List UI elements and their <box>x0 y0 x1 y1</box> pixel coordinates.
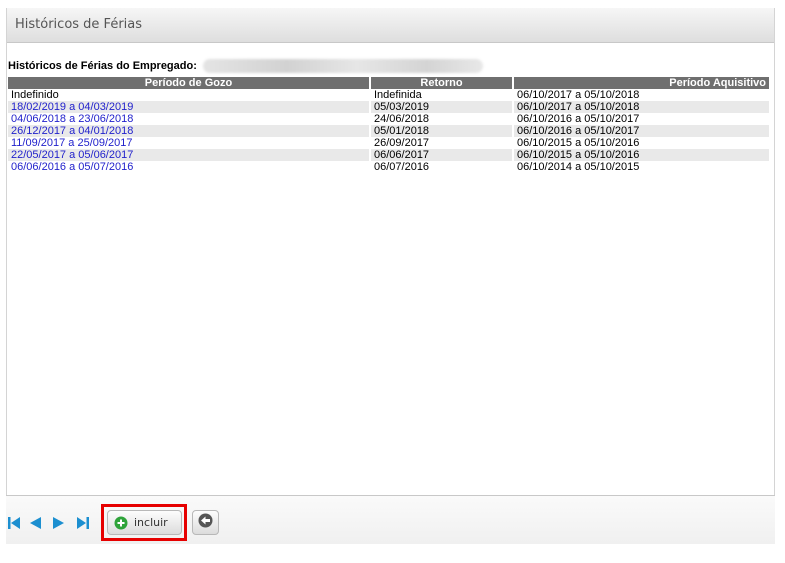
cell-retorno: 06/06/2017 <box>369 149 513 161</box>
vacation-history-table: Período de Gozo Retorno Período Aquisiti… <box>8 77 769 173</box>
cell-periodo-gozo-link[interactable]: 06/06/2016 a 05/07/2016 <box>8 161 370 173</box>
cell-periodo-gozo-link[interactable]: 04/06/2018 a 23/06/2018 <box>8 113 370 125</box>
cell-retorno: 06/07/2016 <box>369 161 513 173</box>
cell-retorno: Indefinida <box>369 89 513 101</box>
employee-name-redacted: ████ ███████ ██████ █ ██████ ████ ██████ <box>202 59 483 73</box>
cell-periodo-aquisitivo: 06/10/2016 a 05/10/2017 <box>512 113 769 125</box>
table-row[interactable]: 06/06/2016 a 05/07/2016 06/07/2016 06/10… <box>8 161 769 173</box>
cell-periodo-aquisitivo: 06/10/2015 a 05/10/2016 <box>512 137 769 149</box>
back-button[interactable] <box>192 510 219 535</box>
column-header-periodo-gozo[interactable]: Período de Gozo <box>8 77 370 89</box>
table-row[interactable]: 26/12/2017 a 04/01/2018 05/01/2018 06/10… <box>8 125 769 137</box>
cell-periodo-aquisitivo: 06/10/2017 a 05/10/2018 <box>512 101 769 113</box>
cell-retorno: 05/01/2018 <box>369 125 513 137</box>
table-row[interactable]: 22/05/2017 a 05/06/2017 06/06/2017 06/10… <box>8 149 769 161</box>
first-page-icon[interactable] <box>7 516 21 530</box>
panel-title: Históricos de Férias <box>7 8 774 43</box>
employee-row: Históricos de Férias do Empregado: ████ … <box>8 56 483 76</box>
previous-page-icon[interactable] <box>28 516 42 530</box>
employee-label: Históricos de Férias do Empregado: <box>8 60 197 72</box>
incluir-button[interactable]: incluir <box>107 510 182 535</box>
cell-retorno: 24/06/2018 <box>369 113 513 125</box>
cell-retorno: 05/03/2019 <box>369 101 513 113</box>
back-arrow-icon <box>198 513 213 533</box>
cell-periodo-gozo-link[interactable]: 26/12/2017 a 04/01/2018 <box>8 125 370 137</box>
column-header-retorno[interactable]: Retorno <box>369 77 513 89</box>
cell-periodo-aquisitivo: 06/10/2014 a 05/10/2015 <box>512 161 769 173</box>
cell-periodo-aquisitivo: 06/10/2016 a 05/10/2017 <box>512 125 769 137</box>
incluir-label: incluir <box>134 516 168 529</box>
cell-retorno: 26/09/2017 <box>369 137 513 149</box>
cell-periodo-gozo-link[interactable]: 22/05/2017 a 05/06/2017 <box>8 149 370 161</box>
plus-circle-icon <box>114 516 128 530</box>
table-row[interactable]: 04/06/2018 a 23/06/2018 24/06/2018 06/10… <box>8 113 769 125</box>
cell-periodo-gozo: Indefinido <box>8 89 370 101</box>
table-row: Indefinido Indefinida 06/10/2017 a 05/10… <box>8 89 769 101</box>
cell-periodo-gozo-link[interactable]: 11/09/2017 a 25/09/2017 <box>8 137 370 149</box>
table-row[interactable]: 11/09/2017 a 25/09/2017 26/09/2017 06/10… <box>8 137 769 149</box>
next-page-icon[interactable] <box>52 516 66 530</box>
table-header-row: Período de Gozo Retorno Período Aquisiti… <box>8 77 769 89</box>
table-row[interactable]: 18/02/2019 a 04/03/2019 05/03/2019 06/10… <box>8 101 769 113</box>
cell-periodo-gozo-link[interactable]: 18/02/2019 a 04/03/2019 <box>8 101 370 113</box>
column-header-periodo-aquisitivo[interactable]: Período Aquisitivo <box>512 77 769 89</box>
last-page-icon[interactable] <box>76 516 90 530</box>
cell-periodo-aquisitivo: 06/10/2015 a 05/10/2016 <box>512 149 769 161</box>
cell-periodo-aquisitivo: 06/10/2017 a 05/10/2018 <box>512 89 769 101</box>
